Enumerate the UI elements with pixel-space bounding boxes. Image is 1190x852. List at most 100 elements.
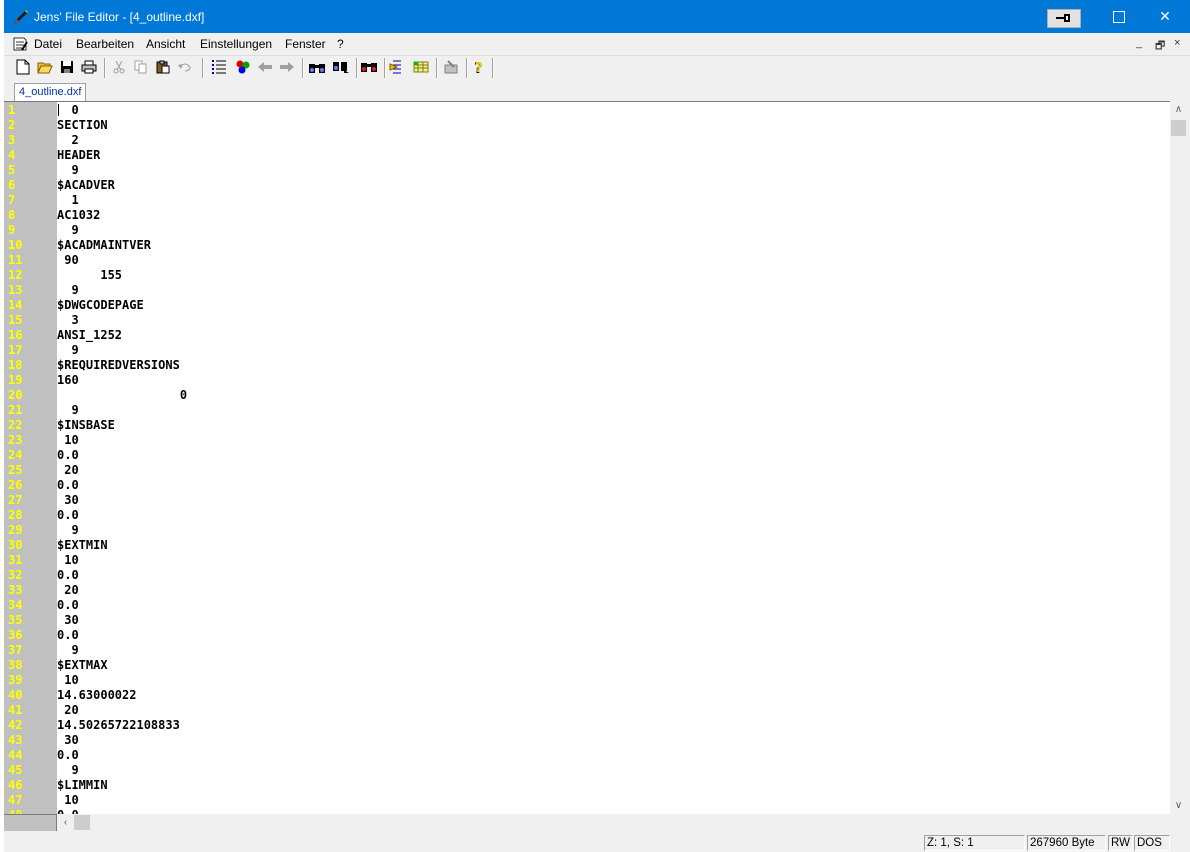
code-line[interactable]: 0 — [57, 388, 1157, 403]
code-line[interactable]: 9 — [57, 223, 1157, 238]
scroll-down-icon[interactable]: ∨ — [1170, 797, 1187, 814]
code-line[interactable]: SECTION — [57, 118, 1157, 133]
menu-fenster[interactable]: Fenster — [285, 37, 326, 51]
horizontal-scroll-thumb[interactable] — [74, 815, 90, 830]
line-number: 17 — [8, 343, 23, 357]
code-line[interactable]: 155 — [57, 268, 1157, 283]
code-line[interactable]: 0.0 — [57, 568, 1157, 583]
line-number: 21 — [8, 403, 23, 417]
compile-icon[interactable] — [442, 58, 460, 76]
line-numbers-icon[interactable] — [210, 58, 228, 76]
code-line[interactable]: 9 — [57, 283, 1157, 298]
maximize-button[interactable] — [1096, 0, 1142, 33]
mdi-restore-button[interactable]: 🗗 — [1155, 37, 1165, 56]
code-line[interactable]: 14.50265722108833 — [57, 718, 1157, 733]
code-line[interactable]: 0.0 — [57, 508, 1157, 523]
back-icon[interactable] — [256, 58, 274, 76]
code-line[interactable]: AC1032 — [57, 208, 1157, 223]
pin-button[interactable] — [1047, 9, 1081, 28]
line-number: 12 — [8, 268, 23, 282]
code-line[interactable]: 30 — [57, 493, 1157, 508]
menu-datei[interactable]: Datei — [34, 37, 62, 51]
code-line[interactable]: 0.0 — [57, 748, 1157, 763]
code-line[interactable]: 0.0 — [57, 478, 1157, 493]
code-line[interactable]: 9 — [57, 643, 1157, 658]
goto-icon[interactable] — [388, 58, 406, 76]
menu-einstellungen[interactable]: Einstellungen — [200, 37, 272, 51]
code-line[interactable]: 20 — [57, 703, 1157, 718]
line-number: 44 — [8, 748, 23, 762]
menu-ansicht[interactable]: Ansicht — [146, 37, 185, 51]
scroll-up-icon[interactable]: ∧ — [1170, 101, 1187, 118]
open-folder-icon[interactable] — [36, 58, 54, 76]
code-line[interactable]: $REQUIREDVERSIONS — [57, 358, 1157, 373]
code-line[interactable]: 9 — [57, 163, 1157, 178]
vertical-scroll-thumb[interactable] — [1171, 120, 1186, 136]
code-line[interactable]: 3 — [57, 313, 1157, 328]
code-line[interactable]: 20 — [57, 583, 1157, 598]
code-line[interactable]: $INSBASE — [57, 418, 1157, 433]
grid-icon[interactable] — [412, 58, 430, 76]
code-line[interactable]: 10 — [57, 433, 1157, 448]
maximize-icon — [1113, 10, 1125, 23]
code-line[interactable]: 160 — [57, 373, 1157, 388]
code-line[interactable]: $LIMMIN — [57, 778, 1157, 793]
line-number: 23 — [8, 433, 23, 447]
menu-bearbeiten[interactable]: Bearbeiten — [76, 37, 134, 51]
help-icon[interactable]: ?? — [470, 58, 488, 76]
find-next-icon[interactable] — [332, 58, 350, 76]
code-line[interactable]: 14.63000022 — [57, 688, 1157, 703]
tab-4-outline-dxf[interactable]: 4_outline.dxf — [14, 83, 87, 101]
code-line[interactable]: 9 — [57, 403, 1157, 418]
code-line[interactable]: HEADER — [57, 148, 1157, 163]
mdi-close-button[interactable]: × — [1174, 37, 1180, 49]
line-number: 13 — [8, 283, 23, 297]
line-number: 39 — [8, 673, 23, 687]
line-number: 40 — [8, 688, 23, 702]
code-line[interactable]: 10 — [57, 673, 1157, 688]
code-line[interactable]: 10 — [57, 793, 1157, 808]
menu-help[interactable]: ? — [337, 37, 344, 51]
color-icon[interactable] — [234, 58, 252, 76]
code-line[interactable]: 20 — [57, 463, 1157, 478]
code-line[interactable]: $EXTMIN — [57, 538, 1157, 553]
code-line[interactable]: 9 — [57, 343, 1157, 358]
scroll-left-icon[interactable]: ‹ — [57, 814, 74, 831]
find-replace-icon[interactable] — [360, 58, 378, 76]
code-line[interactable]: 9 — [57, 763, 1157, 778]
code-line[interactable]: 0.0 — [57, 598, 1157, 613]
code-line[interactable]: 30 — [57, 613, 1157, 628]
document-menu-icon[interactable] — [12, 36, 28, 55]
code-line[interactable]: 90 — [57, 253, 1157, 268]
code-line[interactable]: 1 — [57, 193, 1157, 208]
horizontal-scrollbar[interactable]: ‹ — [57, 814, 1170, 831]
find-icon[interactable] — [308, 58, 326, 76]
code-line[interactable]: 0.0 — [57, 628, 1157, 643]
toolbar-separator — [466, 58, 468, 78]
vertical-scrollbar[interactable]: ∧ ∨ — [1170, 101, 1187, 814]
save-icon[interactable] — [58, 58, 76, 76]
forward-icon[interactable] — [278, 58, 296, 76]
text-editor[interactable]: 1 0 2 SECTION 3 2 4 HEADER 5 9 6 $ACADVER 7 1 8 AC1… — [4, 101, 1170, 815]
mdi-minimize-button[interactable]: _ — [1136, 37, 1142, 49]
paste-icon[interactable] — [154, 58, 172, 76]
code-line[interactable]: 0 — [57, 103, 1157, 118]
code-line[interactable]: $EXTMAX — [57, 658, 1157, 673]
code-line[interactable]: 30 — [57, 733, 1157, 748]
cut-icon[interactable] — [110, 58, 128, 76]
close-button[interactable]: ✕ — [1142, 0, 1188, 33]
code-line[interactable]: $ACADVER — [57, 178, 1157, 193]
code-line[interactable]: 10 — [57, 553, 1157, 568]
line-number: 10 — [8, 238, 23, 252]
copy-icon[interactable] — [132, 58, 150, 76]
line-number: 32 — [8, 568, 23, 582]
code-line[interactable]: 0.0 — [57, 448, 1157, 463]
new-file-icon[interactable] — [14, 58, 32, 76]
code-line[interactable]: $ACADMAINTVER — [57, 238, 1157, 253]
code-line[interactable]: ANSI_1252 — [57, 328, 1157, 343]
code-line[interactable]: 2 — [57, 133, 1157, 148]
undo-icon[interactable] — [176, 58, 194, 76]
code-line[interactable]: $DWGCODEPAGE — [57, 298, 1157, 313]
code-line[interactable]: 9 — [57, 523, 1157, 538]
print-icon[interactable] — [80, 58, 98, 76]
